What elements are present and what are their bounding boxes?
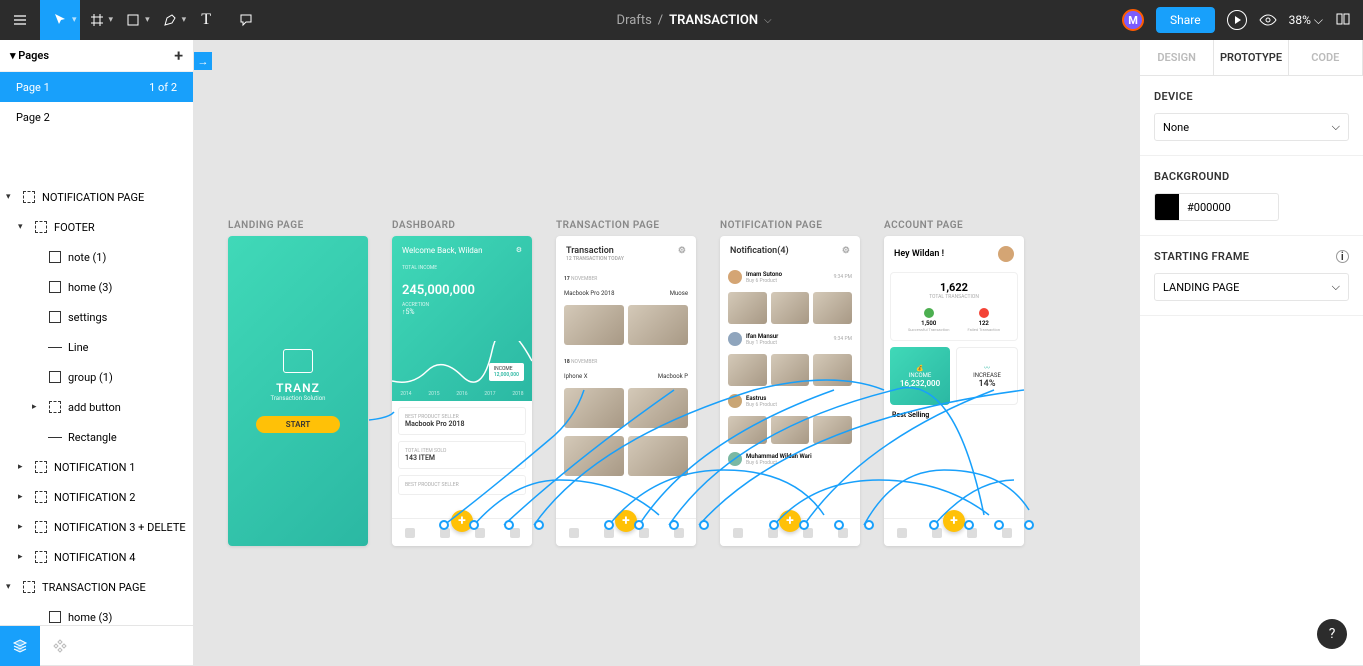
chevron-down-icon[interactable]: ▾	[109, 15, 114, 25]
page-row[interactable]: Page 11 of 2	[0, 72, 193, 102]
left-panel: ▾ Pages + Page 11 of 2 Page 2 ▾NOTIFICAT…	[0, 40, 194, 625]
chevron-down-icon[interactable]: ▾	[145, 15, 150, 25]
background-color-input[interactable]: #000000	[1154, 193, 1279, 221]
book-icon[interactable]	[1335, 11, 1351, 30]
artboard-landing[interactable]: TRANZ Transaction Solution START	[228, 236, 368, 546]
layer-item[interactable]: note (1)	[0, 242, 193, 272]
artboard-account[interactable]: Hey Wildan ! 1,622TOTAL TRANSACTION 1,50…	[884, 236, 1024, 546]
gear-icon: ⚙	[678, 246, 686, 256]
artboard-label[interactable]: ACCOUNT PAGE	[884, 220, 1024, 231]
layer-item[interactable]: ▸NOTIFICATION 1	[0, 452, 193, 482]
layer-item[interactable]: group (1)	[0, 362, 193, 392]
artboard-transaction[interactable]: Transaction⚙12 TRANSACTION TODAY 17 17 N…	[556, 236, 696, 546]
device-label: DEVICE	[1154, 90, 1349, 103]
layer-item[interactable]: ▸NOTIFICATION 2	[0, 482, 193, 512]
artboard-label[interactable]: DASHBOARD	[392, 220, 532, 231]
artboard-notification[interactable]: Notification(4)⚙ Imam SutonoBuy 6 Produc…	[720, 236, 860, 546]
file-title[interactable]: Drafts / TRANSACTION ⌵	[266, 13, 1122, 28]
zoom-level[interactable]: 38% ⌵	[1289, 13, 1323, 28]
chevron-down-icon[interactable]: ▾	[182, 15, 187, 25]
info-icon: i	[1336, 250, 1349, 263]
components-tab-icon[interactable]	[40, 626, 80, 666]
menu-icon[interactable]	[0, 0, 40, 40]
project-title: TRANSACTION	[669, 13, 758, 28]
gear-icon: ⚙	[842, 246, 850, 256]
page-row[interactable]: Page 2	[0, 102, 193, 132]
layer-frame[interactable]: ▾NOTIFICATION PAGE	[0, 182, 193, 212]
layer-frame[interactable]: ▾TRANSACTION PAGE	[0, 572, 193, 602]
start-button: START	[256, 416, 341, 433]
tab-code[interactable]: CODE	[1289, 40, 1363, 75]
artboard-label[interactable]: NOTIFICATION PAGE	[720, 220, 860, 231]
eye-icon[interactable]	[1259, 11, 1277, 30]
text-tool[interactable]: T	[186, 0, 226, 40]
background-label: BACKGROUND	[1154, 170, 1349, 183]
layer-item[interactable]: Line	[0, 332, 193, 362]
chevron-down-icon[interactable]: ▾	[72, 15, 77, 25]
play-icon[interactable]	[1227, 10, 1247, 30]
chevron-down-icon: ⌵	[1332, 120, 1340, 134]
logo-icon	[283, 349, 313, 373]
layer-item[interactable]: Rectangle	[0, 422, 193, 452]
starting-frame-label: STARTING FRAMEi	[1154, 250, 1349, 263]
plus-icon[interactable]: +	[174, 46, 183, 65]
flow-start-icon[interactable]: →	[194, 52, 212, 70]
layer-item[interactable]: home (3)	[0, 272, 193, 302]
tab-design[interactable]: DESIGN	[1140, 40, 1214, 75]
share-button[interactable]: Share	[1156, 7, 1215, 33]
right-panel: DESIGN PROTOTYPE CODE DEVICE None⌵ BACKG…	[1139, 40, 1363, 665]
chevron-down-icon: ⌵	[1332, 280, 1340, 294]
color-swatch[interactable]	[1155, 194, 1179, 220]
bottom-left-tabs	[0, 625, 194, 665]
layer-item[interactable]: ▸add button	[0, 392, 193, 422]
canvas[interactable]: → LANDING PAGE TRANZ Transaction Solutio…	[194, 40, 1139, 665]
layer-item[interactable]: home (3)	[0, 602, 193, 625]
top-toolbar: ▾ ▾ ▾ ▾ T Drafts / TRANSACTION ⌵ M Share…	[0, 0, 1363, 40]
drafts-label: Drafts	[617, 13, 652, 28]
layers-panel: ▾NOTIFICATION PAGE ▾FOOTER note (1) home…	[0, 182, 193, 625]
gear-icon: ⚙	[516, 246, 522, 255]
artboard-label[interactable]: TRANSACTION PAGE	[556, 220, 696, 231]
layers-tab-icon[interactable]	[0, 626, 40, 666]
starting-frame-select[interactable]: LANDING PAGE⌵	[1154, 273, 1349, 301]
help-button[interactable]: ?	[1317, 619, 1347, 649]
layer-item[interactable]: ▸NOTIFICATION 3 + DELETE	[0, 512, 193, 542]
chevron-down-icon[interactable]: ⌵	[764, 15, 772, 26]
tab-prototype[interactable]: PROTOTYPE	[1214, 40, 1288, 75]
avatar-icon	[998, 246, 1014, 262]
user-avatar[interactable]: M	[1122, 9, 1144, 31]
pages-header[interactable]: ▾ Pages +	[0, 40, 193, 72]
fab-icon: +	[615, 510, 637, 532]
device-select[interactable]: None⌵	[1154, 113, 1349, 141]
fab-icon: +	[779, 510, 801, 532]
artboard-label[interactable]: LANDING PAGE	[228, 220, 368, 231]
layer-frame[interactable]: ▾FOOTER	[0, 212, 193, 242]
layer-item[interactable]: ▸NOTIFICATION 4	[0, 542, 193, 572]
comment-tool[interactable]	[226, 0, 266, 40]
artboard-dashboard[interactable]: Welcome Back, Wildan⚙ TOTAL INCOME 245,0…	[392, 236, 532, 546]
layer-item[interactable]: settings	[0, 302, 193, 332]
fab-icon: +	[943, 510, 965, 532]
